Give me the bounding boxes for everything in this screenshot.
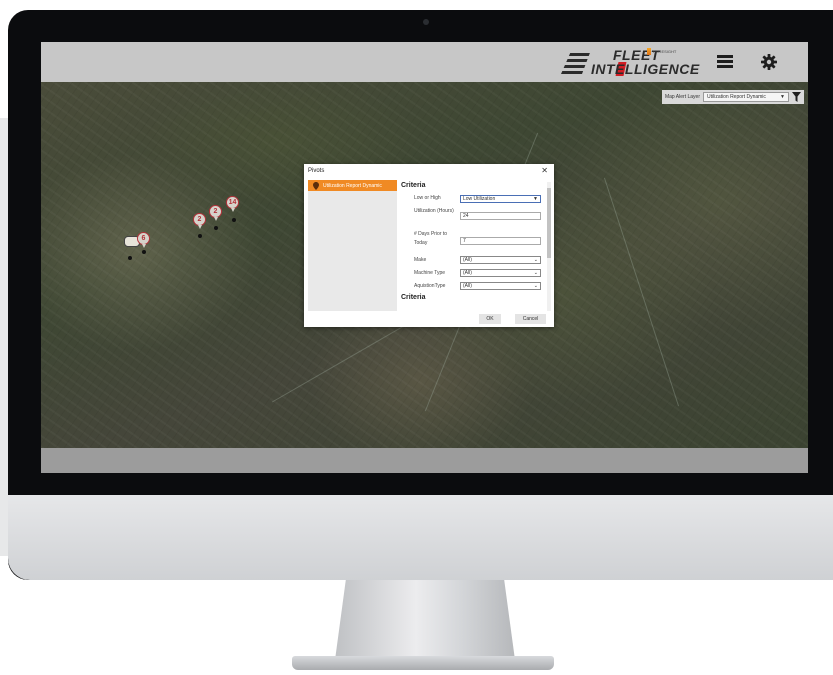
aquisition-type-value: (All)	[463, 283, 472, 289]
app-header: FLEET INTELLIGENCE FORESIGHT	[41, 42, 808, 82]
low-or-high-select[interactable]: Low Utilization ▼	[460, 195, 541, 203]
chevron-down-icon: ⌄	[533, 283, 538, 289]
dropdown-arrow-icon: ▼	[533, 196, 538, 202]
pivot-list: Utilization Report Dynamic	[308, 180, 397, 311]
map-pin-icon	[313, 181, 319, 190]
utilization-input[interactable]: 24	[460, 212, 541, 220]
monitor-stand	[335, 580, 515, 660]
dialog-title: Pivots	[308, 168, 325, 174]
gear-icon[interactable]	[760, 53, 778, 71]
app-screen: FLEET INTELLIGENCE FORESIGHT 6 2 2 14 Ma…	[41, 42, 808, 473]
map-alert-layer-label: Map Alert Layer	[664, 94, 700, 100]
chevron-down-icon: ⌄	[533, 270, 538, 276]
machine-type-value: (All)	[463, 270, 472, 276]
low-or-high-label: Low or High	[414, 195, 441, 201]
make-value: (All)	[463, 257, 472, 263]
days-prior-label: # Days Prior to Today	[414, 231, 448, 246]
chevron-down-icon: ⌄	[533, 257, 538, 263]
cancel-button[interactable]: Cancel	[515, 314, 546, 324]
map-alert-layer-control: Map Alert Layer Utilization Report Dynam…	[661, 90, 804, 104]
fleet-intelligence-logo: FLEET INTELLIGENCE FORESIGHT	[561, 46, 707, 78]
hamburger-menu-icon[interactable]	[717, 55, 733, 69]
days-prior-input[interactable]: 7	[460, 237, 541, 245]
pivot-item-utilization-report[interactable]: Utilization Report Dynamic	[308, 180, 397, 191]
dialog-footer: OK Cancel	[399, 314, 549, 325]
criteria-heading: Criteria	[401, 182, 426, 189]
location-dot	[142, 250, 146, 254]
map-alert-layer-select[interactable]: Utilization Report Dynamic ▼	[703, 92, 789, 102]
logo-stripes-icon	[561, 50, 591, 74]
aquisition-type-select[interactable]: (All) ⌄	[460, 282, 541, 290]
close-icon[interactable]: ✕	[541, 166, 548, 175]
machine-type-label: Machine Type	[414, 270, 446, 276]
make-label: Make	[414, 257, 427, 263]
criteria-heading-2: Criteria	[401, 294, 426, 301]
machine-type-select[interactable]: (All) ⌄	[460, 269, 541, 277]
monitor-stand-base	[292, 656, 554, 670]
filter-icon[interactable]	[792, 92, 801, 102]
make-select[interactable]: (All) ⌄	[460, 256, 541, 264]
foresight-icon	[647, 48, 651, 55]
cluster-marker[interactable]: 14	[226, 196, 239, 212]
cluster-marker[interactable]: 6	[137, 232, 150, 248]
pivot-item-label: Utilization Report Dynamic	[323, 182, 382, 189]
location-dot	[214, 226, 218, 230]
scrollbar-thumb[interactable]	[547, 188, 551, 258]
ok-button[interactable]: OK	[479, 314, 501, 324]
criteria-panel: Criteria Low or High Low Utilization ▼ U…	[399, 180, 549, 311]
dropdown-arrow-icon: ▼	[780, 94, 785, 100]
map-alert-layer-value: Utilization Report Dynamic	[707, 94, 766, 100]
cluster-marker[interactable]: 2	[193, 213, 206, 229]
criteria-scrollbar[interactable]	[547, 182, 551, 311]
utilization-label: Utilization (Hours)	[414, 208, 454, 214]
aquisition-type-label: AquistionType	[414, 283, 446, 289]
monitor-chin	[8, 495, 833, 580]
low-or-high-value: Low Utilization	[463, 196, 496, 202]
cluster-marker[interactable]: 2	[209, 205, 222, 221]
foresight-label: FORESIGHT	[653, 49, 677, 54]
app-footer-bar	[41, 448, 808, 473]
pivots-dialog: Pivots ✕ Utilization Report Dynamic Crit…	[304, 164, 554, 327]
location-dot	[128, 256, 132, 260]
location-dot	[232, 218, 236, 222]
logo-line-2: INTELLIGENCE	[591, 61, 700, 77]
camera-icon	[423, 19, 429, 25]
location-dot	[198, 234, 202, 238]
